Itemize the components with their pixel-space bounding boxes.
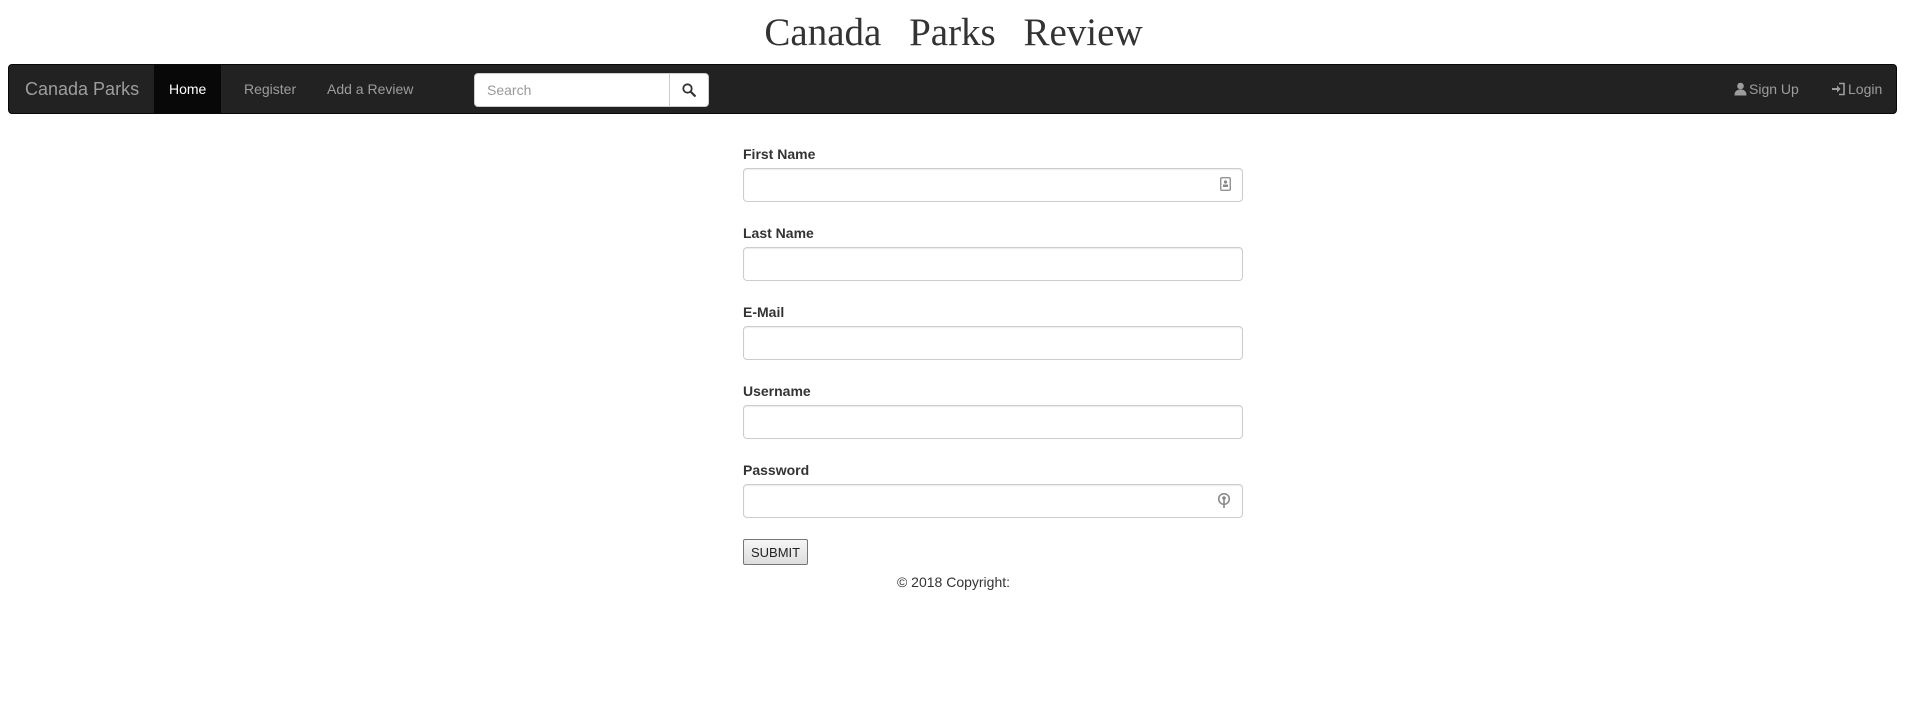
first-name-group: First Name <box>743 144 1243 223</box>
last-name-field[interactable] <box>743 247 1243 281</box>
password-field[interactable] <box>743 484 1243 518</box>
password-group: Password <box>743 460 1243 539</box>
email-group: E-Mail <box>743 302 1243 381</box>
search-input[interactable] <box>474 73 670 107</box>
sign-up-link[interactable]: Sign Up <box>1734 65 1799 113</box>
user-icon <box>1734 82 1747 96</box>
search-icon <box>682 83 696 97</box>
username-label: Username <box>743 383 811 399</box>
navbar-brand[interactable]: Canada Parks <box>25 65 139 113</box>
first-name-field[interactable] <box>743 168 1243 202</box>
username-field[interactable] <box>743 405 1243 439</box>
login-link[interactable]: Login <box>1831 65 1882 113</box>
username-group: Username <box>743 381 1243 460</box>
email-field[interactable] <box>743 326 1243 360</box>
key-icon[interactable] <box>1217 493 1231 509</box>
email-label: E-Mail <box>743 304 785 320</box>
log-in-icon <box>1832 82 1845 96</box>
nav-link-add-review[interactable]: Add a Review <box>312 65 428 113</box>
submit-button[interactable]: SUBMIT <box>743 539 809 565</box>
sign-up-label: Sign Up <box>1749 81 1799 97</box>
site-title: Canada Parks Review <box>764 11 1143 54</box>
login-label: Login <box>1848 81 1883 97</box>
first-name-label: First Name <box>743 146 816 162</box>
navbar: Canada Parks Home Register Add a Review … <box>8 64 1897 114</box>
nav-link-home[interactable]: Home <box>154 65 222 113</box>
nav-link-register[interactable]: Register <box>229 65 311 113</box>
last-name-label: Last Name <box>743 225 814 241</box>
contact-card-icon[interactable] <box>1220 177 1231 191</box>
password-label: Password <box>743 462 810 478</box>
last-name-group: Last Name <box>743 223 1243 302</box>
registration-form: First Name Last Name E-Mail Username Pas… <box>743 144 1243 539</box>
footer-copyright: © 2018 Copyright: <box>896 574 1011 590</box>
search-button[interactable] <box>669 73 709 107</box>
